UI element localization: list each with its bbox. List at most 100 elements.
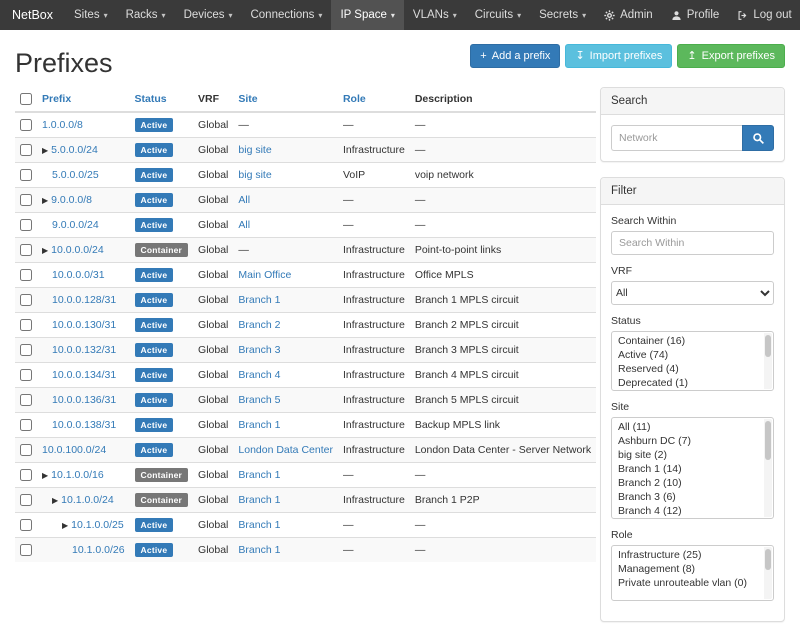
site-link[interactable]: Branch 1 — [233, 413, 338, 438]
column-header-site[interactable]: Site — [233, 87, 338, 112]
site-link[interactable]: Main Office — [233, 263, 338, 288]
prefix-link[interactable]: 5.0.0.0/25 — [52, 169, 99, 181]
prefix-link[interactable]: 10.0.0.0/31 — [52, 269, 105, 281]
role-option[interactable]: Private unrouteable vlan (0) — [612, 576, 765, 590]
site-link[interactable]: Branch 1 — [233, 513, 338, 538]
site-option[interactable]: Branch 5 (7) — [612, 518, 765, 519]
row-checkbox[interactable] — [20, 169, 32, 181]
scrollbar-thumb[interactable] — [765, 421, 771, 460]
site-link[interactable]: Branch 1 — [233, 463, 338, 488]
site-link[interactable]: Branch 3 — [233, 338, 338, 363]
nav-item-vlans[interactable]: VLANs▾ — [404, 0, 466, 30]
site-link[interactable]: Branch 4 — [233, 363, 338, 388]
prefix-link[interactable]: 10.1.0.0/16 — [51, 469, 104, 481]
scrollbar-thumb[interactable] — [765, 335, 771, 357]
prefix-link[interactable]: 10.0.0.136/31 — [52, 394, 116, 406]
row-checkbox[interactable] — [20, 469, 32, 481]
status-option[interactable]: Container (16) — [612, 334, 765, 348]
prefix-link[interactable]: 10.0.0.138/31 — [52, 419, 116, 431]
prefix-link[interactable]: 10.0.0.130/31 — [52, 319, 116, 331]
site-link[interactable]: Branch 1 — [233, 538, 338, 563]
admin-link[interactable]: Admin — [595, 0, 662, 30]
prefix-link[interactable]: 10.0.0.128/31 — [52, 294, 116, 306]
row-checkbox[interactable] — [20, 119, 32, 131]
column-header-status[interactable]: Status — [130, 87, 193, 112]
site-link[interactable]: Branch 2 — [233, 313, 338, 338]
search-within-input[interactable] — [611, 231, 774, 255]
row-checkbox[interactable] — [20, 394, 32, 406]
status-option[interactable]: Deprecated (1) — [612, 376, 765, 390]
prefix-link[interactable]: 10.0.0.132/31 — [52, 344, 116, 356]
export-prefixes-button[interactable]: ↥Export prefixes — [677, 44, 785, 68]
scrollbar[interactable] — [764, 547, 772, 599]
status-listbox[interactable]: Container (16)Active (74)Reserved (4)Dep… — [611, 331, 774, 391]
row-checkbox[interactable] — [20, 219, 32, 231]
prefix-link[interactable]: 10.0.100.0/24 — [42, 444, 106, 456]
site-link[interactable]: Branch 1 — [233, 488, 338, 513]
search-button[interactable] — [742, 125, 774, 151]
row-checkbox[interactable] — [20, 494, 32, 506]
row-checkbox[interactable] — [20, 294, 32, 306]
prefix-link[interactable]: 10.0.0.134/31 — [52, 369, 116, 381]
row-checkbox[interactable] — [20, 144, 32, 156]
logout-link[interactable]: Log out — [728, 0, 800, 30]
prefix-link[interactable]: 10.0.0.0/24 — [51, 244, 104, 256]
site-option[interactable]: Ashburn DC (7) — [612, 434, 765, 448]
vrf-select[interactable]: All — [611, 281, 774, 305]
column-header-prefix[interactable]: Prefix — [37, 87, 130, 112]
prefix-link[interactable]: 10.1.0.0/26 — [72, 544, 125, 556]
site-link[interactable]: All — [233, 213, 338, 238]
nav-item-ip-space[interactable]: IP Space▾ — [331, 0, 403, 30]
status-option[interactable]: Active (74) — [612, 348, 765, 362]
nav-item-sites[interactable]: Sites▾ — [65, 0, 117, 30]
site-listbox[interactable]: All (11)Ashburn DC (7)big site (2)Branch… — [611, 417, 774, 519]
role-listbox[interactable]: Infrastructure (25)Management (8)Private… — [611, 545, 774, 601]
role-option[interactable]: Infrastructure (25) — [612, 548, 765, 562]
site-link[interactable]: London Data Center — [233, 438, 338, 463]
row-checkbox[interactable] — [20, 319, 32, 331]
row-checkbox[interactable] — [20, 544, 32, 556]
site-option[interactable]: big site (2) — [612, 448, 765, 462]
prefix-link[interactable]: 9.0.0.0/8 — [51, 194, 92, 206]
prefix-link[interactable]: 10.1.0.0/24 — [61, 494, 114, 506]
row-checkbox[interactable] — [20, 244, 32, 256]
row-checkbox[interactable] — [20, 344, 32, 356]
select-all-checkbox[interactable] — [20, 93, 32, 105]
brand-link[interactable]: NetBox — [0, 0, 65, 30]
site-option[interactable]: Branch 2 (10) — [612, 476, 765, 490]
site-link[interactable]: Branch 1 — [233, 288, 338, 313]
scrollbar[interactable] — [764, 419, 772, 517]
import-prefixes-button[interactable]: ↧Import prefixes — [565, 44, 672, 68]
site-link[interactable]: All — [233, 188, 338, 213]
site-option[interactable]: Branch 4 (12) — [612, 504, 765, 518]
site-link[interactable]: big site — [233, 138, 338, 163]
site-option[interactable]: Branch 1 (14) — [612, 462, 765, 476]
nav-item-secrets[interactable]: Secrets▾ — [530, 0, 595, 30]
row-checkbox[interactable] — [20, 519, 32, 531]
scrollbar-thumb[interactable] — [765, 549, 771, 570]
nav-item-racks[interactable]: Racks▾ — [117, 0, 175, 30]
site-link[interactable]: big site — [233, 163, 338, 188]
nav-item-connections[interactable]: Connections▾ — [241, 0, 331, 30]
row-checkbox[interactable] — [20, 444, 32, 456]
site-option[interactable]: All (11) — [612, 420, 765, 434]
row-checkbox[interactable] — [20, 369, 32, 381]
nav-item-circuits[interactable]: Circuits▾ — [466, 0, 530, 30]
search-input[interactable] — [611, 125, 742, 151]
column-header-role[interactable]: Role — [338, 87, 410, 112]
prefix-link[interactable]: 1.0.0.0/8 — [42, 119, 83, 131]
status-option[interactable]: Reserved (4) — [612, 362, 765, 376]
add-prefix-button[interactable]: +Add a prefix — [470, 44, 560, 68]
prefix-link[interactable]: 5.0.0.0/24 — [51, 144, 98, 156]
prefix-link[interactable]: 10.1.0.0/25 — [71, 519, 124, 531]
site-link[interactable]: Branch 5 — [233, 388, 338, 413]
row-checkbox[interactable] — [20, 419, 32, 431]
prefix-link[interactable]: 9.0.0.0/24 — [52, 219, 99, 231]
role-option[interactable]: Management (8) — [612, 562, 765, 576]
profile-link[interactable]: Profile — [662, 0, 729, 30]
nav-item-devices[interactable]: Devices▾ — [175, 0, 242, 30]
row-checkbox[interactable] — [20, 269, 32, 281]
row-checkbox[interactable] — [20, 194, 32, 206]
scrollbar[interactable] — [764, 333, 772, 389]
site-option[interactable]: Branch 3 (6) — [612, 490, 765, 504]
